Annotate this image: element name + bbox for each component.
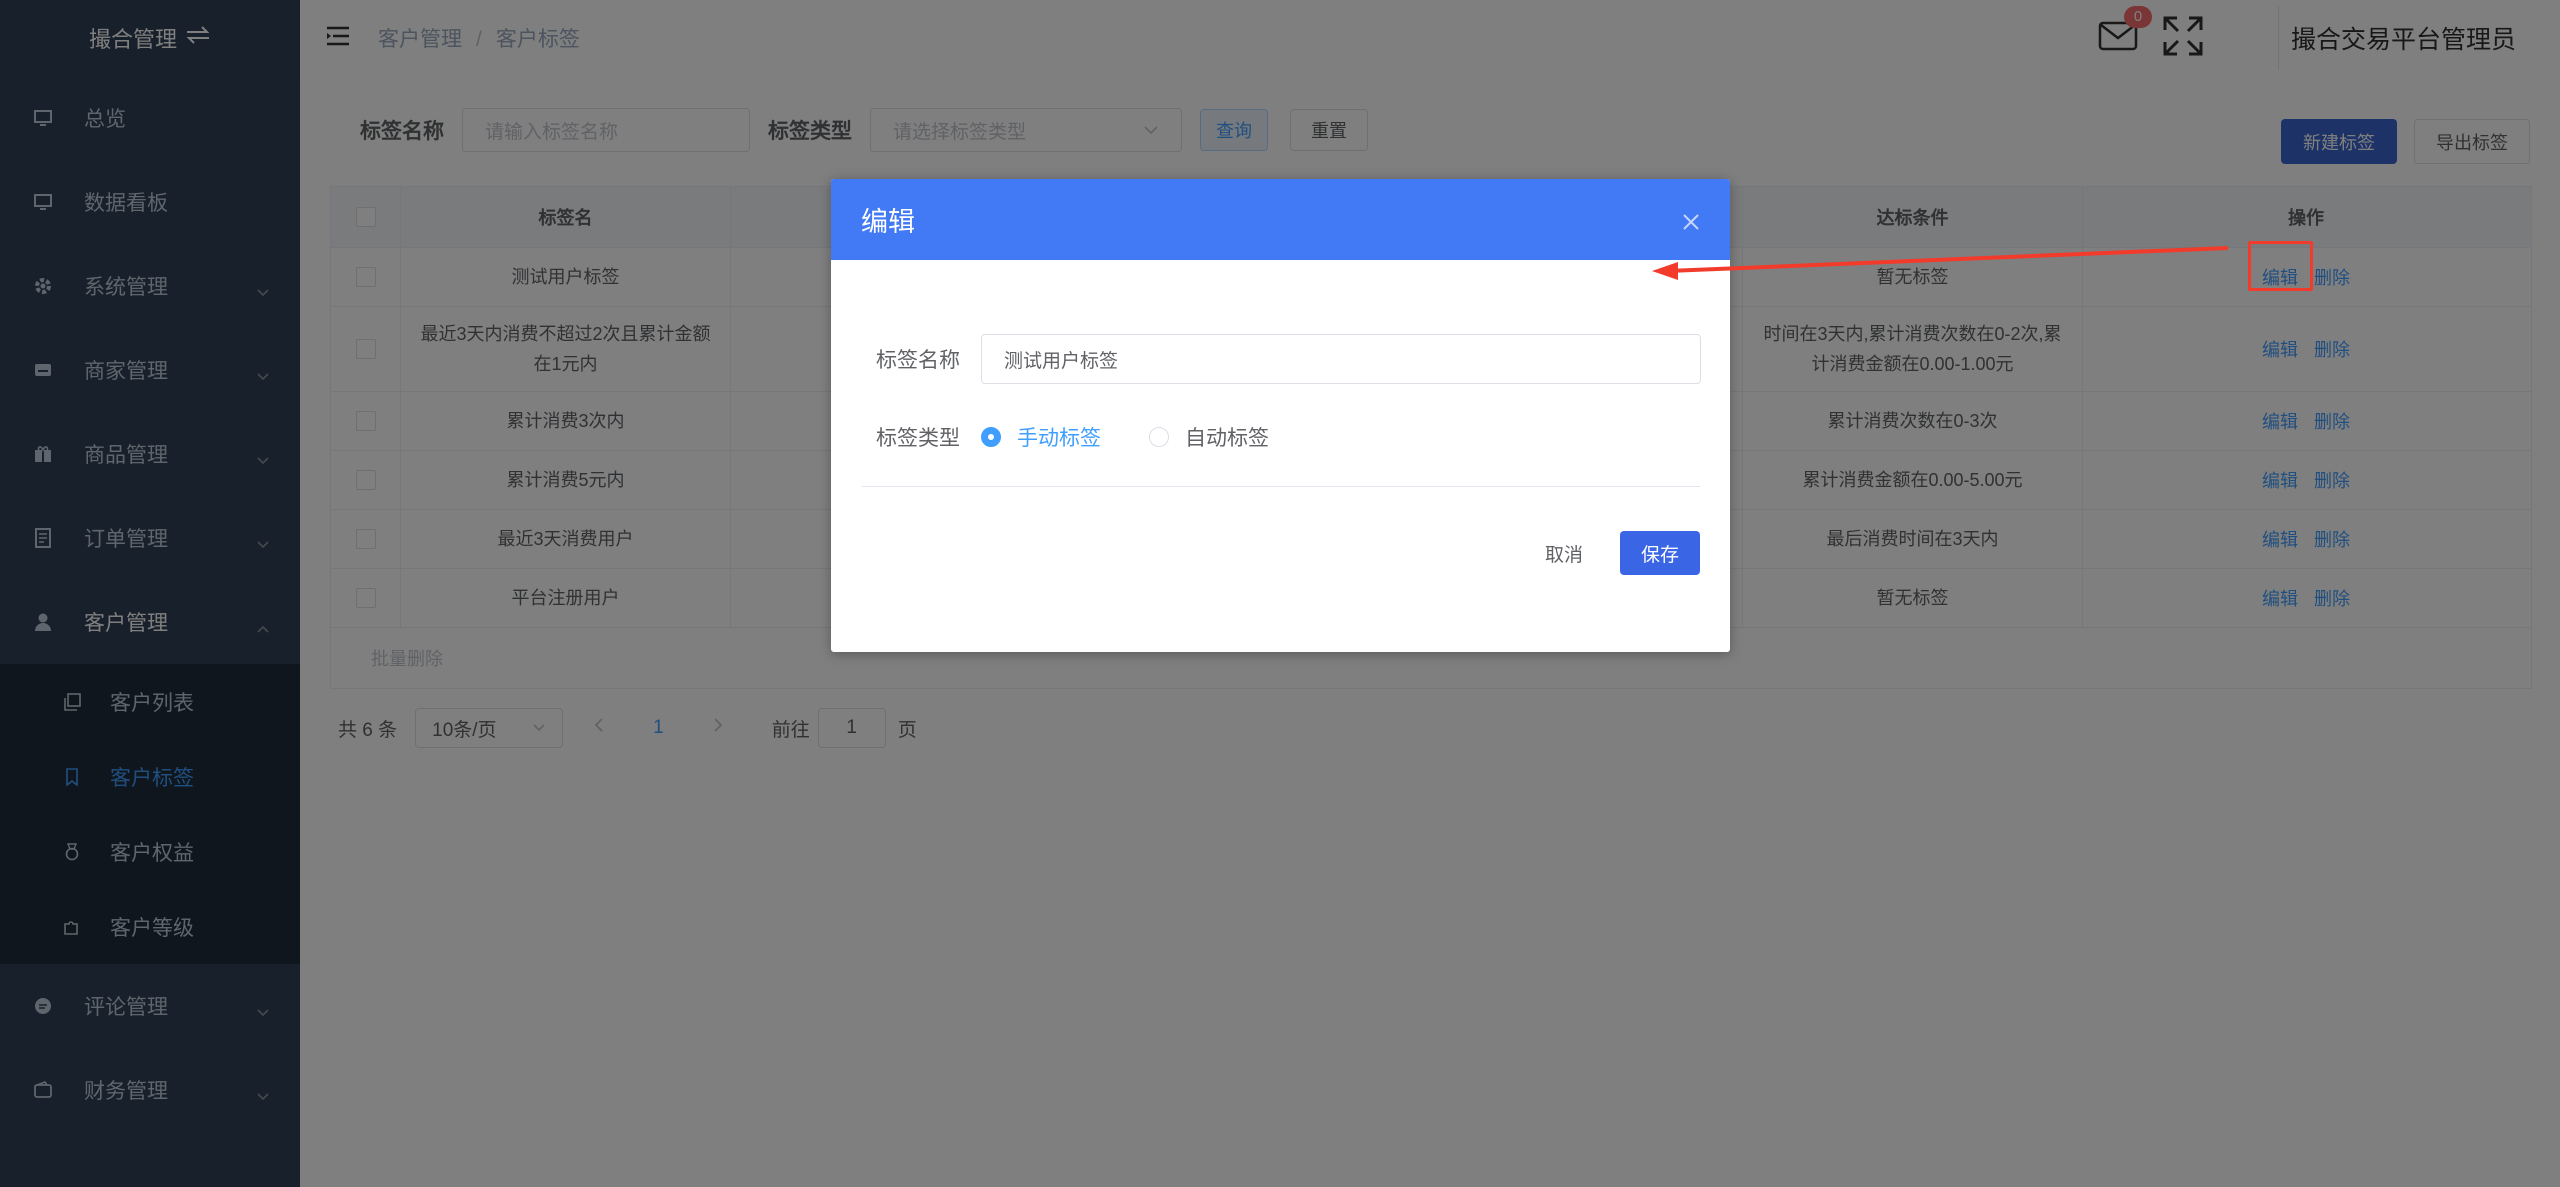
tag-name-field[interactable]: 测试用户标签 (981, 334, 1701, 384)
field-label-name: 标签名称 (876, 349, 960, 372)
close-icon[interactable] (1682, 207, 1700, 238)
form-row-name: 标签名称 测试用户标签 (876, 334, 1701, 384)
radio-auto-tag[interactable]: 自动标签 (1149, 422, 1269, 452)
form-row-type: 标签类型 手动标签 自动标签 (876, 422, 1317, 452)
cancel-button[interactable]: 取消 (1531, 531, 1597, 575)
save-button[interactable]: 保存 (1620, 531, 1700, 575)
radio-unchecked-icon (1149, 427, 1169, 447)
dialog-header: 编辑 (831, 179, 1730, 260)
highlight-box (2248, 241, 2313, 291)
radio-checked-icon (981, 427, 1001, 447)
dialog-divider (862, 486, 1700, 487)
radio-auto-label: 自动标签 (1185, 427, 1269, 450)
radio-manual-tag[interactable]: 手动标签 (981, 422, 1101, 452)
radio-manual-label: 手动标签 (1017, 427, 1101, 450)
dialog-title: 编辑 (861, 207, 915, 237)
edit-dialog: 编辑 标签名称 测试用户标签 标签类型 手动标签 自动标签 取消 保存 (831, 179, 1730, 652)
field-label-type: 标签类型 (876, 427, 960, 450)
